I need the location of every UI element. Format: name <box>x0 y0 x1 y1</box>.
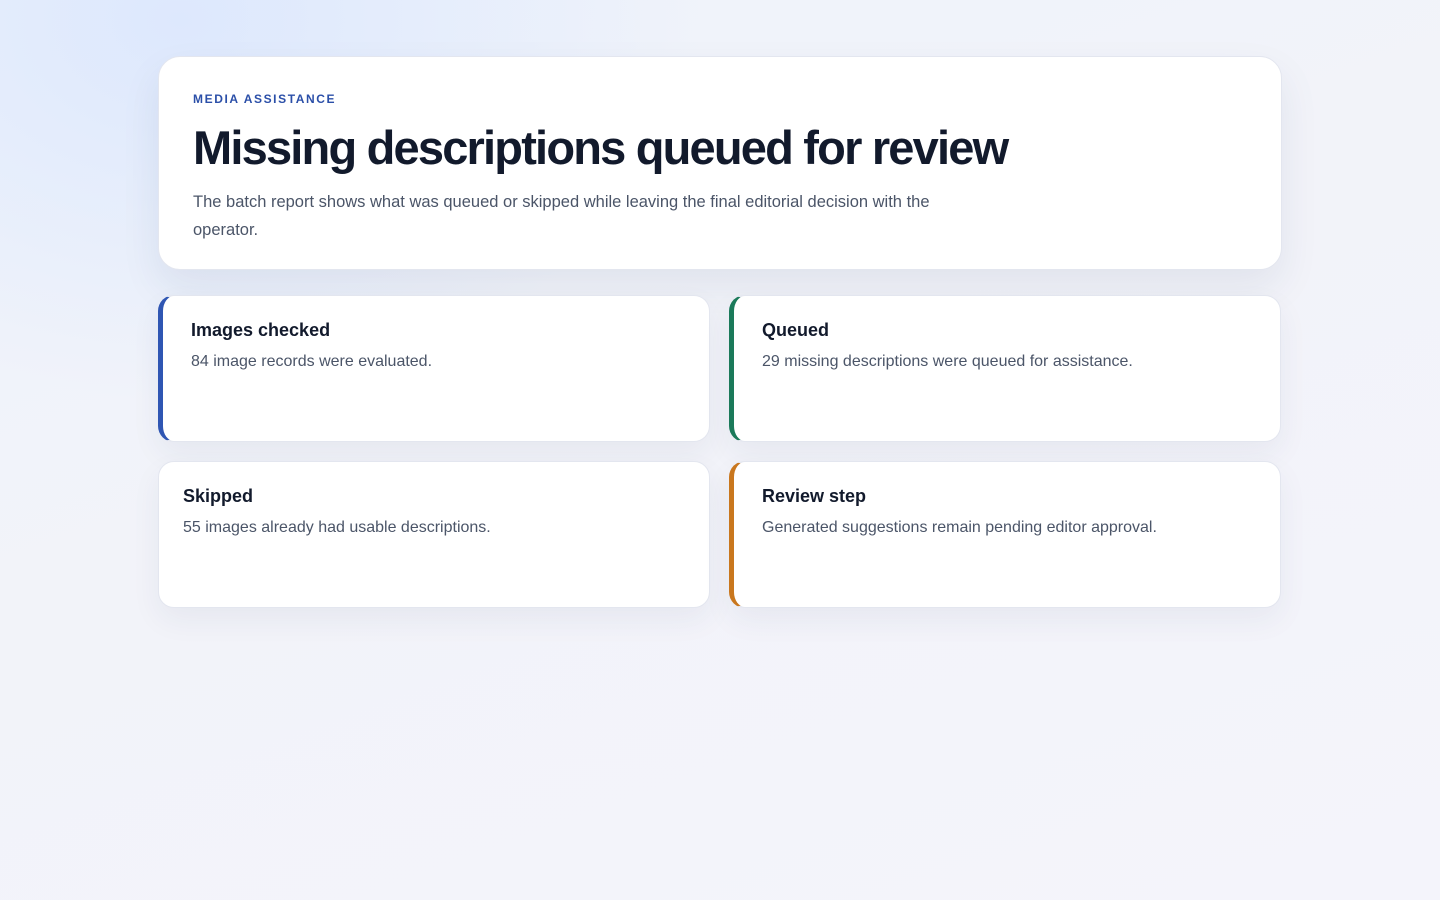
card-description: Generated suggestions remain pending edi… <box>762 519 1157 536</box>
card-title: Review step <box>762 486 867 506</box>
card-description: 55 images already had usable description… <box>183 519 491 536</box>
summary-card-skipped: Skipped 55 images already had usable des… <box>158 461 710 608</box>
page-title: Missing descriptions queued for review <box>193 121 1009 174</box>
card-description: 29 missing descriptions were queued for … <box>762 353 1133 370</box>
section-eyebrow: MEDIA ASSISTANCE <box>193 92 337 106</box>
page-subtitle: The batch report shows what was queued o… <box>193 193 930 239</box>
card-title: Queued <box>762 320 830 340</box>
summary-card-queued: Queued 29 missing descriptions were queu… <box>729 295 1281 442</box>
report-header-card: MEDIA ASSISTANCE Missing descriptions qu… <box>158 56 1282 270</box>
card-description: 84 image records were evaluated. <box>191 353 433 370</box>
card-title: Skipped <box>183 486 254 506</box>
card-title: Images checked <box>191 320 331 340</box>
summary-card-images-checked: Images checked 84 image records were eva… <box>158 295 710 442</box>
summary-card-review-step: Review step Generated suggestions remain… <box>729 461 1281 608</box>
